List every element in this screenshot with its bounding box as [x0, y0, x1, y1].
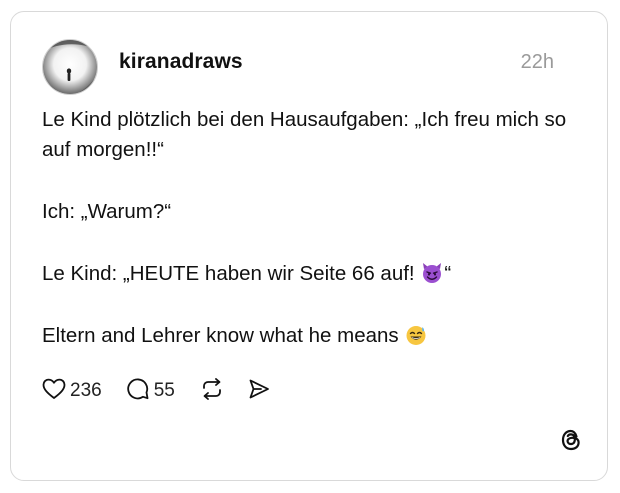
- post-paragraph-3-text: Le Kind: „HEUTE haben wir Seite 66 auf!: [42, 262, 421, 285]
- post-text: Le Kind plötzlich bei den Hausaufgaben: …: [42, 105, 582, 383]
- post-actions: 236 55: [42, 376, 271, 406]
- heart-icon: [42, 378, 66, 405]
- post-paragraph-3: Le Kind: „HEUTE haben wir Seite 66 auf! …: [42, 259, 582, 289]
- repost-icon: [200, 377, 224, 406]
- share-button[interactable]: [247, 377, 271, 406]
- avatar[interactable]: [42, 39, 98, 95]
- threads-logo-icon[interactable]: [558, 427, 584, 453]
- post-paragraph-4-text: Eltern and Lehrer know what he means: [42, 324, 405, 347]
- comment-button[interactable]: 55: [126, 377, 175, 406]
- grinning-sweat-emoji-icon: [405, 324, 427, 346]
- timestamp[interactable]: 22h: [521, 51, 554, 74]
- post-paragraph-2: Ich: „Warum?“: [42, 200, 172, 223]
- comment-count: 55: [153, 380, 175, 401]
- username[interactable]: kiranadraws: [119, 50, 243, 74]
- post-paragraph-4: Eltern and Lehrer know what he means: [42, 321, 582, 351]
- repost-button[interactable]: [200, 377, 224, 406]
- like-count: 236: [70, 380, 102, 401]
- share-icon: [247, 377, 271, 406]
- post-paragraph-3-end: “: [444, 262, 452, 285]
- post-paragraph-1: Le Kind plötzlich bei den Hausaufgaben: …: [42, 108, 572, 161]
- smiling-devil-emoji-icon: [421, 262, 443, 284]
- comment-icon: [126, 377, 150, 406]
- like-button[interactable]: 236: [42, 378, 102, 405]
